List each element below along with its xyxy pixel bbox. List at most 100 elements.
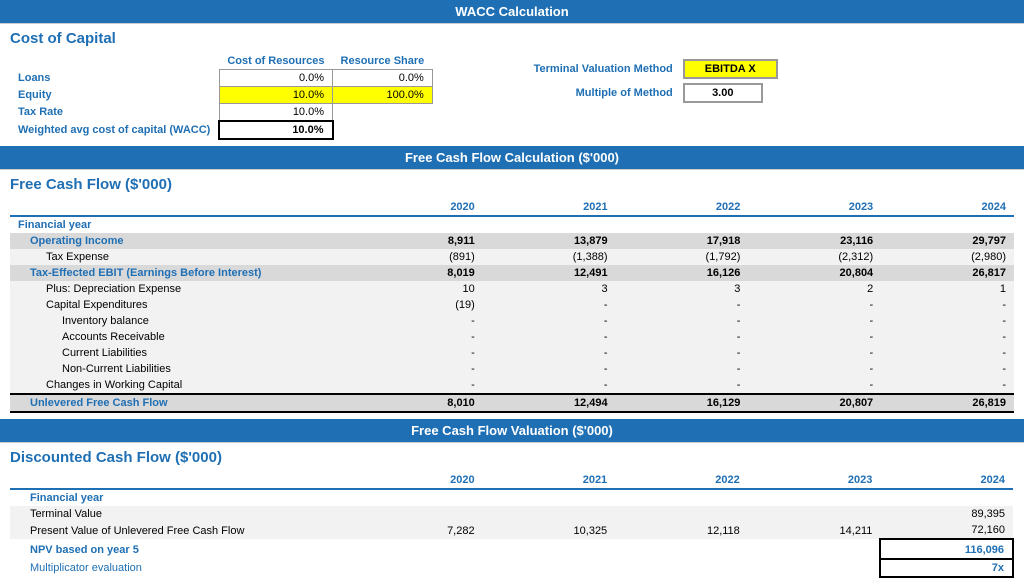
dcf-year-2023: 2023 — [748, 472, 881, 489]
fcf-cell-9-4: - — [881, 361, 1014, 377]
npv-empty-3 — [748, 539, 881, 559]
mult-empty-0 — [350, 559, 483, 577]
wacc-taxrate-value[interactable]: 10.0% — [219, 104, 332, 122]
wacc-equity-cost[interactable]: 10.0% — [219, 87, 332, 104]
wacc-col1-header: Cost of Resources — [219, 53, 332, 70]
fcf-cell-8-4: - — [881, 345, 1014, 361]
fcf-cell-4-3: 2 — [748, 281, 881, 297]
wacc-equity-share[interactable]: 100.0% — [333, 87, 433, 104]
fcf-cell-5-4: - — [881, 297, 1014, 313]
fcf-cell-3-4: 26,817 — [881, 265, 1014, 281]
fcf-cell-2-1: (1,388) — [483, 249, 616, 265]
fcf-year-2024: 2024 — [881, 199, 1014, 216]
dcf-row-label-1: Terminal Value — [10, 506, 350, 522]
multiple-method-value[interactable]: 3.00 — [683, 83, 763, 103]
fcf-row-label-5: Capital Expenditures — [10, 297, 350, 313]
fcf-row-label-6: Inventory balance — [10, 313, 350, 329]
fcf-cell-10-1: - — [483, 377, 616, 394]
fcf-cell-6-2: - — [616, 313, 749, 329]
fcf-cell-9-3: - — [748, 361, 881, 377]
dcf-cell-2-4: 72,160 — [880, 522, 1013, 539]
wacc-title: Cost of Capital — [0, 24, 1024, 49]
fcf-cell-8-1: - — [483, 345, 616, 361]
wacc-wacc-value[interactable]: 10.0% — [219, 121, 332, 139]
wacc-header: WACC Calculation — [0, 0, 1024, 24]
fcf-cell-0-2 — [616, 216, 749, 233]
fcf-cell-1-2: 17,918 — [616, 233, 749, 249]
fcf-year-2021: 2021 — [483, 199, 616, 216]
terminal-valuation-value[interactable]: EBITDA X — [683, 59, 778, 79]
fcf-cell-8-2: - — [616, 345, 749, 361]
fcf-row-label-10: Changes in Working Capital — [10, 377, 350, 394]
fcf-row-label-1: Operating Income — [10, 233, 350, 249]
fcf-year-2020: 2020 — [350, 199, 483, 216]
dcf-cell-1-1 — [483, 506, 616, 522]
table-row: Unlevered Free Cash Flow8,01012,49416,12… — [10, 394, 1014, 412]
table-row: Financial year — [10, 216, 1014, 233]
dcf-cell-1-0 — [350, 506, 483, 522]
fcf-cell-1-1: 13,879 — [483, 233, 616, 249]
fcf-cell-11-3: 20,807 — [748, 394, 881, 412]
fcf-cell-2-3: (2,312) — [748, 249, 881, 265]
dcf-year-2020: 2020 — [350, 472, 483, 489]
dcf-cell-2-2: 12,118 — [615, 522, 748, 539]
fcf-cell-10-3: - — [748, 377, 881, 394]
dcf-header: Free Cash Flow Valuation ($'000) — [0, 419, 1024, 443]
wacc-row-loans-label: Loans — [10, 70, 219, 87]
table-row: Operating Income8,91113,87917,91823,1162… — [10, 233, 1014, 249]
fcf-cell-7-0: - — [350, 329, 483, 345]
fcf-row-label-7: Accounts Receivable — [10, 329, 350, 345]
fcf-cell-6-0: - — [350, 313, 483, 329]
terminal-valuation-row: Terminal Valuation Method EBITDA X — [473, 59, 778, 79]
fcf-cell-2-0: (891) — [350, 249, 483, 265]
fcf-cell-1-4: 29,797 — [881, 233, 1014, 249]
multiplicator-value: 7x — [880, 559, 1013, 577]
fcf-cell-4-2: 3 — [616, 281, 749, 297]
fcf-cell-8-3: - — [748, 345, 881, 361]
fcf-header: Free Cash Flow Calculation ($'000) — [0, 146, 1024, 170]
fcf-cell-1-3: 23,116 — [748, 233, 881, 249]
fcf-row-label-8: Current Liabilities — [10, 345, 350, 361]
fcf-cell-8-0: - — [350, 345, 483, 361]
multiplicator-label: Multiplicator evaluation — [10, 559, 350, 577]
table-row: Capital Expenditures(19)---- — [10, 297, 1014, 313]
fcf-cell-0-3 — [748, 216, 881, 233]
fcf-cell-9-2: - — [616, 361, 749, 377]
fcf-cell-2-2: (1,792) — [616, 249, 749, 265]
mult-empty-2 — [615, 559, 748, 577]
terminal-valuation-label: Terminal Valuation Method — [473, 63, 673, 75]
dcf-cell-0-3 — [748, 489, 881, 506]
wacc-row-wacc-label: Weighted avg cost of capital (WACC) — [10, 121, 219, 139]
wacc-row-equity-label: Equity — [10, 87, 219, 104]
fcf-cell-6-3: - — [748, 313, 881, 329]
fcf-cell-11-4: 26,819 — [881, 394, 1014, 412]
table-row: Terminal Value89,395 — [10, 506, 1013, 522]
table-row: Tax-Effected EBIT (Earnings Before Inter… — [10, 265, 1014, 281]
dcf-cell-2-1: 10,325 — [483, 522, 616, 539]
fcf-cell-3-0: 8,019 — [350, 265, 483, 281]
fcf-row-label-11: Unlevered Free Cash Flow — [10, 394, 350, 412]
wacc-loans-share[interactable]: 0.0% — [333, 70, 433, 87]
multiple-method-label: Multiple of Method — [473, 87, 673, 99]
fcf-cell-7-4: - — [881, 329, 1014, 345]
fcf-cell-6-4: - — [881, 313, 1014, 329]
fcf-cell-9-1: - — [483, 361, 616, 377]
fcf-cell-10-4: - — [881, 377, 1014, 394]
fcf-row-label-9: Non-Current Liabilities — [10, 361, 350, 377]
table-row: Present Value of Unlevered Free Cash Flo… — [10, 522, 1013, 539]
dcf-cell-1-2 — [615, 506, 748, 522]
multiple-method-row: Multiple of Method 3.00 — [473, 83, 778, 103]
dcf-row-label-0: Financial year — [10, 489, 350, 506]
table-row: Inventory balance----- — [10, 313, 1014, 329]
table-row: Loans 0.0% 0.0% — [10, 70, 432, 87]
fcf-cell-2-4: (2,980) — [881, 249, 1014, 265]
fcf-cell-6-1: - — [483, 313, 616, 329]
npv-value: 116,096 — [880, 539, 1013, 559]
fcf-cell-3-2: 16,126 — [616, 265, 749, 281]
multiplicator-row: Multiplicator evaluation 7x — [10, 559, 1013, 577]
wacc-loans-cost[interactable]: 0.0% — [219, 70, 332, 87]
fcf-cell-3-1: 12,491 — [483, 265, 616, 281]
dcf-cell-0-2 — [615, 489, 748, 506]
table-row: Weighted avg cost of capital (WACC) 10.0… — [10, 121, 432, 139]
fcf-year-2022: 2022 — [616, 199, 749, 216]
